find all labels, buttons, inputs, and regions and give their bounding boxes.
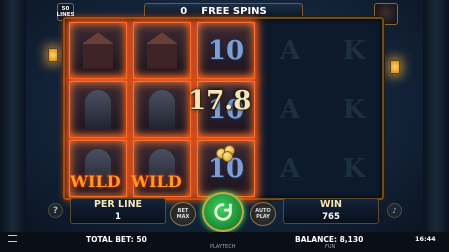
win-value: 765	[322, 212, 340, 222]
lantern-left-icon	[48, 48, 58, 62]
wild-ghost-symbol	[133, 81, 191, 138]
ten-symbol: 10	[197, 22, 255, 79]
provider-logo: PLAYTECH	[210, 244, 236, 250]
per-line-label: PER LINE	[93, 199, 143, 210]
status-footer: TOTAL BET: 50 PLAYTECH BALANCE: 8,130 FU…	[0, 232, 449, 252]
king-symbol: K	[342, 94, 366, 125]
wild-ghost-symbol	[69, 81, 127, 138]
ghost-icon	[85, 89, 111, 130]
ace-symbol: A	[279, 94, 301, 125]
win-popup-amount: 17.8	[188, 86, 252, 116]
clock: 16:44	[415, 235, 436, 243]
menu-icon[interactable]	[8, 235, 17, 242]
tree-left	[0, 0, 26, 252]
wild-house-symbol	[133, 22, 191, 79]
bet-max-button[interactable]: BET MAX	[170, 202, 196, 226]
sound-icon: ♪	[392, 206, 397, 215]
king-symbol: K	[342, 153, 366, 184]
tree-right	[423, 0, 449, 252]
win-panel: WIN 765	[283, 198, 379, 224]
ace-symbol: A	[279, 153, 301, 184]
mode-label: FUN	[325, 244, 336, 250]
ghost-icon	[149, 89, 175, 130]
wild-label: WILD	[131, 172, 182, 191]
help-button[interactable]: ?	[48, 203, 63, 218]
reel-5: K K K	[323, 21, 385, 200]
balance: BALANCE: 8,130	[295, 235, 364, 244]
haunted-house-icon	[147, 32, 177, 69]
ace-symbol: A	[279, 35, 301, 66]
spin-button[interactable]	[202, 192, 244, 232]
haunted-house-icon	[83, 32, 113, 69]
free-spins-label: FREE SPINS	[201, 5, 267, 17]
sound-button[interactable]: ♪	[387, 203, 402, 218]
king-symbol: K	[342, 35, 366, 66]
win-label: WIN	[320, 199, 342, 210]
refresh-icon	[214, 203, 232, 221]
wild-label: WILD	[70, 172, 121, 191]
per-line-value[interactable]: 1	[71, 212, 165, 222]
free-spins-count: 0	[180, 5, 188, 17]
lantern-right-icon	[390, 60, 400, 74]
wild-house-symbol	[69, 22, 127, 79]
per-line-panel: PER LINE 1	[70, 198, 166, 224]
total-bet: TOTAL BET: 50	[86, 235, 147, 244]
coins-icon	[216, 145, 238, 162]
reel-4: A A A	[259, 21, 321, 200]
auto-play-button[interactable]: AUTO PLAY	[250, 202, 276, 226]
ten-coins-symbol: 10	[197, 140, 255, 197]
